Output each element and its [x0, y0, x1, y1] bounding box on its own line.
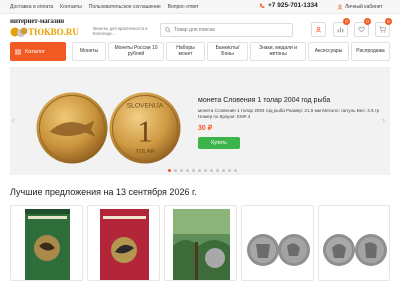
tagline: Монеты для практичности и Коллекци... [93, 26, 148, 36]
slider-dot[interactable] [222, 169, 225, 172]
nav-item-accessories[interactable]: Аксессуары [308, 42, 349, 61]
cart-button[interactable]: 0 [375, 18, 392, 37]
slider-dot[interactable] [210, 169, 213, 172]
search-input[interactable] [174, 27, 284, 33]
catalog-label[interactable]: Каталог [25, 49, 45, 55]
buy-button[interactable]: Купить [198, 137, 240, 149]
product-image [247, 234, 310, 266]
slider-dots [168, 169, 237, 172]
product-image [25, 209, 70, 280]
slider-dot[interactable] [228, 169, 231, 172]
catalog-button[interactable]: Каталог [10, 42, 66, 61]
product-card[interactable] [164, 205, 237, 281]
header: интернет-магазин ТЮКВО.RU Монеты для пра… [0, 14, 400, 42]
link-agreement[interactable]: Пользовательское соглашение [89, 4, 161, 10]
nav-item-banknotes[interactable]: Банкноты/ Боны [207, 42, 248, 61]
coin-unit-text: TOLAR [135, 149, 155, 155]
link-contacts[interactable]: Контакты [60, 4, 82, 10]
slider-dot[interactable] [180, 169, 183, 172]
product-card[interactable] [318, 205, 390, 281]
phone-number[interactable]: +7 925-701-1334 [268, 2, 318, 9]
compare-count-badge: 0 [343, 18, 350, 25]
coin-obverse-image: SLOVENIJA 1 TOLAR [109, 92, 181, 164]
nav-item-coins[interactable]: Монеты [72, 42, 106, 61]
offers-heading: Лучшие предложения на 13 сентября 2026 г… [10, 187, 197, 197]
phone-icon [259, 3, 265, 8]
slider-dot[interactable] [192, 169, 195, 172]
slider-dot[interactable] [186, 169, 189, 172]
coin-country-text: SLOVENIJA [127, 102, 164, 109]
account-label[interactable]: Личный кабинет [345, 4, 383, 10]
product-title[interactable]: монета Словения 1 толар 2004 год рыба [198, 97, 330, 104]
logo-coins-icon [10, 27, 28, 37]
logo-text-top: интернет-магазин [10, 17, 64, 25]
product-card[interactable] [87, 205, 160, 281]
top-links: Доставка и оплата Контакты Пользовательс… [10, 4, 199, 10]
search-box[interactable] [160, 23, 293, 37]
slider-dot[interactable] [216, 169, 219, 172]
heart-icon [358, 26, 365, 33]
nav-item-sale[interactable]: Распродажа [351, 42, 390, 61]
product-image [323, 234, 387, 266]
product-card[interactable] [10, 205, 83, 281]
menu-icon [15, 49, 21, 54]
top-bar: Доставка и оплата Контакты Пользовательс… [0, 0, 400, 14]
account-link[interactable]: Личный кабинет [337, 4, 383, 10]
cart-count-badge: 0 [385, 18, 392, 25]
product-image [173, 209, 230, 280]
main-nav: Каталог Монеты Монеты России 10 рублей Н… [0, 42, 400, 61]
logo[interactable]: интернет-магазин ТЮКВО.RU [10, 17, 79, 41]
compare-icon [337, 27, 344, 33]
profile-button[interactable] [311, 22, 326, 37]
phone[interactable]: +7 925-701-1334 [259, 2, 318, 9]
nav-item-sets[interactable]: Наборы монет [166, 42, 205, 61]
cart-icon [379, 26, 386, 33]
product-description: монета Словения 1 толар 2004 год рыба Ра… [198, 108, 380, 119]
slider-dot[interactable] [198, 169, 201, 172]
link-faq[interactable]: Вопрос-ответ [168, 4, 199, 10]
slider-dot[interactable] [204, 169, 207, 172]
slider-dot[interactable] [234, 169, 237, 172]
promo-slider: ‹ › SLOVENIJA 1 TOLAR монета Словения 1 … [10, 67, 390, 175]
coin-value-text: 1 [137, 113, 153, 148]
coin-reverse-image [36, 92, 108, 164]
product-card[interactable] [241, 205, 314, 281]
product-price: 30 ₽ [198, 125, 213, 132]
slider-prev-arrow-icon[interactable]: ‹ [12, 115, 15, 125]
slider-dot[interactable] [168, 169, 171, 172]
logo-text-bottom: ТЮКВО.RU [28, 27, 79, 37]
user-icon [337, 4, 343, 10]
user-icon [315, 26, 322, 33]
compare-button[interactable]: 0 [333, 18, 350, 37]
product-cards [10, 205, 390, 281]
favorites-button[interactable]: 0 [354, 18, 371, 37]
nav-item-russia-10[interactable]: Монеты России 10 рублей [108, 42, 164, 61]
product-image [100, 209, 149, 280]
favorites-count-badge: 0 [364, 18, 371, 25]
slider-dot[interactable] [174, 169, 177, 172]
link-delivery[interactable]: Доставка и оплата [10, 4, 53, 10]
search-icon[interactable] [165, 27, 171, 33]
nav-item-medals[interactable]: Знаки, медали и жетоны [250, 42, 306, 61]
